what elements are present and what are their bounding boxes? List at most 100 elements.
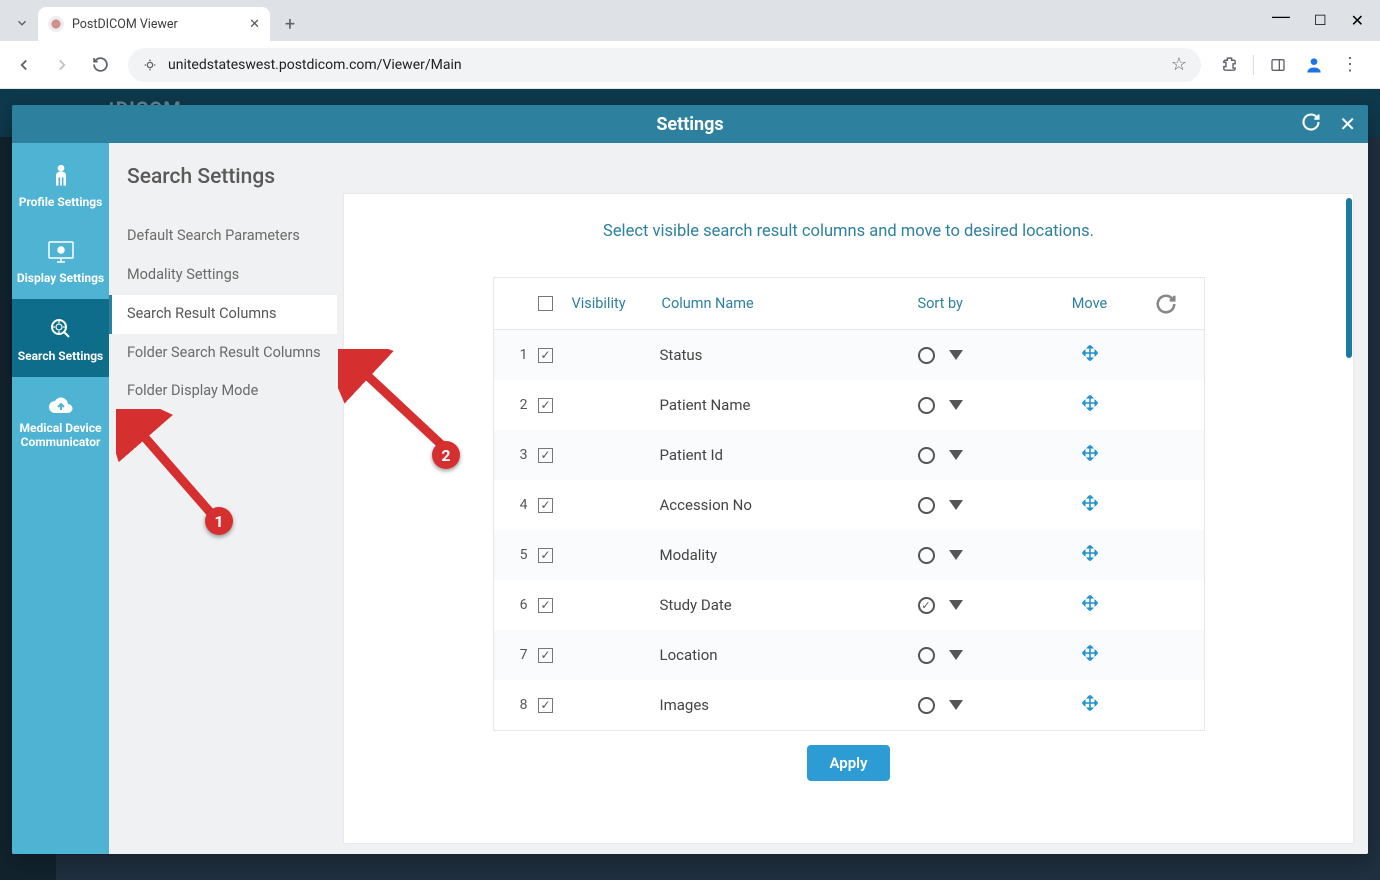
close-window-button[interactable]: ✕ — [1351, 11, 1364, 31]
sort-radio[interactable] — [918, 497, 935, 514]
sort-radio[interactable] — [918, 597, 935, 614]
settings-modal: Settings ✕ Profile Settings Display Sett… — [12, 105, 1368, 854]
subnav-modality-settings[interactable]: Modality Settings — [109, 256, 337, 295]
header-column-name[interactable]: Column Name — [662, 295, 918, 312]
select-all-checkbox[interactable] — [538, 296, 553, 311]
star-icon[interactable]: ☆ — [1171, 54, 1187, 75]
table-row: 7 Location — [494, 630, 1204, 680]
settings-main: Select visible search result columns and… — [337, 143, 1368, 854]
extensions-icon[interactable] — [1213, 49, 1245, 81]
tab-search-button[interactable] — [8, 9, 36, 37]
modal-title: Settings — [656, 114, 723, 135]
forward-button[interactable] — [46, 49, 78, 81]
settings-sidebar: Profile Settings Display Settings Search… — [12, 143, 109, 854]
table-row: 8Images — [494, 680, 1204, 730]
subnav-default-search-params[interactable]: Default Search Parameters — [109, 217, 337, 256]
visibility-checkbox[interactable] — [538, 348, 553, 363]
row-number: 5 — [508, 547, 528, 563]
sort-direction-icon[interactable] — [949, 700, 963, 710]
header-reset-icon[interactable] — [1142, 293, 1190, 315]
sort-radio[interactable] — [918, 697, 935, 714]
maximize-button[interactable]: ☐ — [1314, 12, 1327, 29]
subnav-folder-search-result-columns[interactable]: Folder Search Result Columns — [109, 334, 337, 373]
sort-direction-icon[interactable] — [949, 500, 963, 510]
sort-direction-icon[interactable] — [949, 550, 963, 560]
move-handle-icon[interactable] — [1081, 344, 1099, 367]
sort-direction-icon[interactable] — [949, 600, 963, 610]
visibility-checkbox[interactable] — [538, 448, 553, 463]
row-number: 1 — [508, 347, 528, 363]
visibility-checkbox[interactable] — [538, 498, 553, 513]
new-tab-button[interactable]: + — [276, 10, 304, 38]
address-input[interactable]: unitedstateswest.postdicom.com/Viewer/Ma… — [128, 48, 1201, 82]
favicon-icon — [48, 16, 64, 32]
table-row: 5Modality — [494, 530, 1204, 580]
modal-close-button[interactable]: ✕ — [1339, 112, 1356, 136]
menu-icon[interactable]: ⋮ — [1334, 49, 1366, 81]
table-header: Visibility Column Name Sort by Move — [494, 278, 1204, 330]
sort-direction-icon[interactable] — [949, 400, 963, 410]
column-name-cell: Status — [660, 346, 918, 364]
subnav-search-result-columns[interactable]: Search Result Columns — [109, 295, 337, 334]
visibility-checkbox[interactable] — [538, 648, 553, 663]
move-handle-icon[interactable] — [1081, 694, 1099, 717]
sort-radio[interactable] — [918, 447, 935, 464]
move-handle-icon[interactable] — [1081, 394, 1099, 417]
row-number: 6 — [508, 597, 528, 613]
column-name-cell: Patient Id — [660, 446, 918, 464]
sort-radio[interactable] — [918, 647, 935, 664]
sort-radio[interactable] — [918, 547, 935, 564]
columns-table: Visibility Column Name Sort by Move 1 Sta… — [493, 277, 1205, 731]
row-number: 3 — [508, 447, 528, 463]
row-number: 8 — [508, 697, 528, 713]
profile-avatar[interactable] — [1298, 49, 1330, 81]
table-row: 2Patient Name — [494, 380, 1204, 430]
settings-subnav: Search Settings Default Search Parameter… — [109, 143, 337, 854]
header-move[interactable]: Move — [1038, 295, 1142, 312]
sidebar-item-medical-device[interactable]: Medical Device Communicator — [12, 377, 109, 463]
sidebar-item-search[interactable]: Search Settings — [12, 299, 109, 377]
visibility-checkbox[interactable] — [538, 548, 553, 563]
sort-direction-icon[interactable] — [949, 450, 963, 460]
window-controls: — ☐ ✕ — [1272, 0, 1380, 41]
close-tab-icon[interactable]: ✕ — [249, 17, 260, 32]
sidebar-item-display[interactable]: Display Settings — [12, 223, 109, 299]
subnav-folder-display-mode[interactable]: Folder Display Mode — [109, 372, 337, 411]
move-handle-icon[interactable] — [1081, 444, 1099, 467]
sort-direction-icon[interactable] — [949, 650, 963, 660]
url-text: unitedstateswest.postdicom.com/Viewer/Ma… — [168, 57, 462, 73]
side-panel-icon[interactable] — [1262, 49, 1294, 81]
app-viewport: postDICOM Settings ✕ Profile Settings — [0, 89, 1380, 880]
sort-radio[interactable] — [918, 347, 935, 364]
visibility-checkbox[interactable] — [538, 698, 553, 713]
minimize-button[interactable]: — — [1272, 6, 1290, 27]
subnav-title: Search Settings — [109, 165, 337, 217]
row-number: 4 — [508, 497, 528, 513]
browser-tab[interactable]: PostDICOM Viewer ✕ — [38, 7, 270, 41]
move-handle-icon[interactable] — [1081, 644, 1099, 667]
modal-titlebar: Settings ✕ — [12, 105, 1368, 143]
table-row: 3 Patient Id — [494, 430, 1204, 480]
sort-radio[interactable] — [918, 397, 935, 414]
visibility-checkbox[interactable] — [538, 398, 553, 413]
sort-direction-icon[interactable] — [949, 350, 963, 360]
reload-button[interactable] — [84, 49, 116, 81]
move-handle-icon[interactable] — [1081, 494, 1099, 517]
settings-panel: Select visible search result columns and… — [343, 193, 1354, 844]
apply-button[interactable]: Apply — [807, 745, 889, 781]
header-visibility[interactable]: Visibility — [572, 295, 662, 312]
sidebar-item-profile[interactable]: Profile Settings — [12, 143, 109, 223]
move-handle-icon[interactable] — [1081, 544, 1099, 567]
tab-title: PostDICOM Viewer — [72, 17, 241, 32]
move-handle-icon[interactable] — [1081, 594, 1099, 617]
back-button[interactable] — [8, 49, 40, 81]
panel-scrollbar[interactable] — [1345, 194, 1353, 843]
column-name-cell: Location — [660, 646, 918, 664]
visibility-checkbox[interactable] — [538, 598, 553, 613]
table-row: 6Study Date — [494, 580, 1204, 630]
row-number: 7 — [508, 647, 528, 663]
column-name-cell: Accession No — [660, 496, 918, 514]
column-name-cell: Patient Name — [660, 396, 918, 414]
modal-refresh-button[interactable] — [1301, 112, 1321, 137]
browser-titlebar: PostDICOM Viewer ✕ + — ☐ ✕ — [0, 0, 1380, 41]
